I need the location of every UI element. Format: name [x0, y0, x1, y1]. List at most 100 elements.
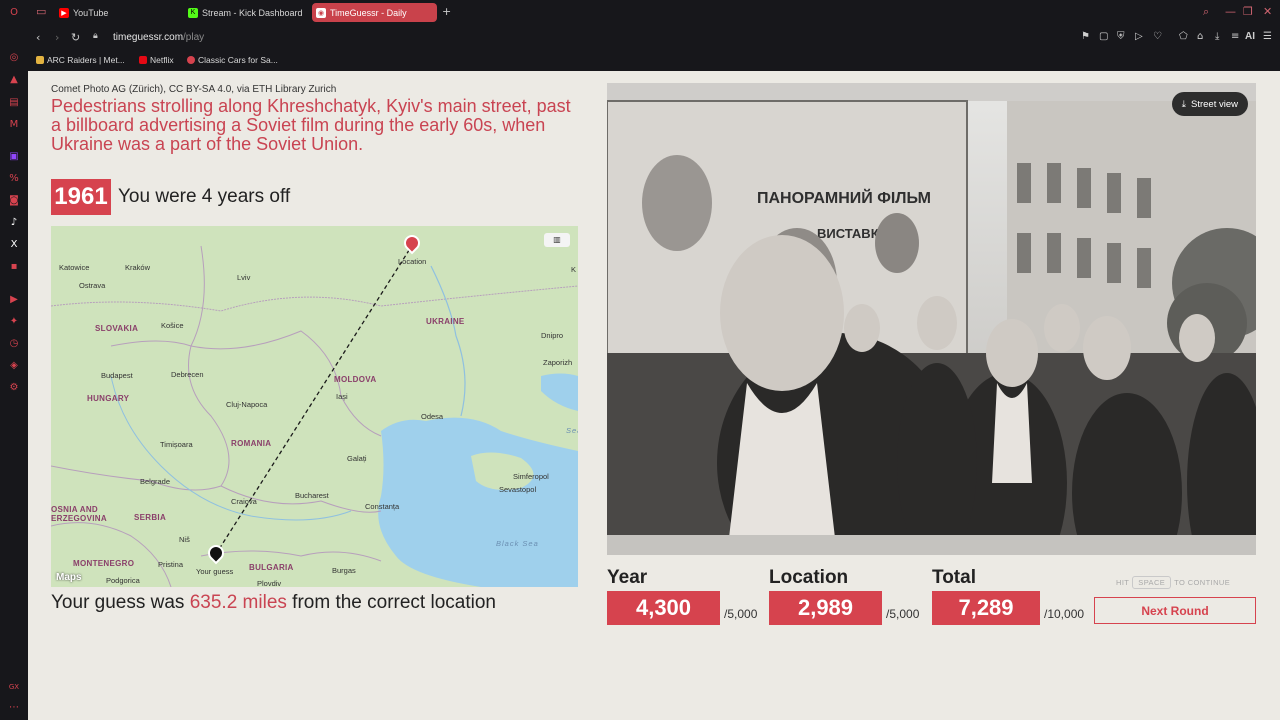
tiktok-icon[interactable]: ♪ [7, 215, 21, 229]
map-label: Sevastopol [499, 485, 537, 494]
bookmark-classic-cars[interactable]: Classic Cars for Sa... [187, 55, 278, 65]
mail-icon[interactable]: M [7, 117, 21, 131]
timeguessr-page: Comet Photo AG (Zürich), CC BY-SA 4.0, v… [28, 71, 1280, 720]
total-score-value: 7,289 [932, 591, 1040, 625]
street-view-button[interactable]: ⤓ Street view [1171, 92, 1248, 116]
aria-icon[interactable]: ◎ [7, 50, 21, 64]
year-score-max: /5,000 [724, 607, 758, 621]
bookmark-arc-raiders[interactable]: ARC Raiders | Met... [36, 55, 125, 65]
location-marker-label: Location [398, 257, 427, 266]
tab-bar: ▭ ▶ YouTube K Stream - Kick Dashboard ◉ … [28, 0, 1280, 25]
twitch-icon[interactable]: ▣ [7, 149, 21, 163]
location-score-label: Location [769, 567, 849, 588]
maximize-icon[interactable]: ❐ [1243, 5, 1253, 18]
map-label: OSNIA AND [51, 505, 98, 514]
settings-sliders-icon[interactable]: ≡ [1231, 31, 1239, 42]
feed-icon[interactable]: ▤ [7, 95, 21, 109]
map-label: Cluj-Napoca [226, 400, 268, 409]
reload-icon[interactable]: ↻ [71, 31, 80, 44]
your-guess-marker-label: Your guess [196, 567, 234, 576]
lock-icon: 🔒︎ [93, 31, 98, 41]
map-label: Bucharest [295, 491, 329, 500]
app-icon[interactable]: ▪ [7, 259, 21, 273]
bookmarks-bar: ARC Raiders | Met... Netflix Classic Car… [28, 50, 1280, 71]
photo-graphic: ПАНОРАМНИЙ ФІЛЬМ ВИСТАВКА [607, 83, 1256, 555]
snapshot-icon[interactable]: ▢ [1099, 31, 1108, 42]
map-label: SLOVAKIA [95, 324, 139, 333]
extensions-puzzle-icon[interactable]: ⬠ [1179, 31, 1188, 42]
url-field[interactable]: timeguessr.com/play [113, 32, 204, 43]
hint-to-continue: TO CONTINUE [1174, 578, 1231, 587]
next-round-button[interactable]: Next Round [1094, 597, 1256, 624]
map-label: Budapest [101, 371, 133, 380]
street-view-label: Street view [1191, 98, 1238, 110]
map-label: Ostrava [79, 281, 106, 290]
tab-kick[interactable]: K Stream - Kick Dashboard [184, 3, 304, 22]
new-tab-icon[interactable]: + [442, 5, 451, 18]
play-icon[interactable]: ▷ [1135, 31, 1143, 42]
map-label: Sea of [566, 426, 578, 435]
instagram-icon[interactable]: ◙ [7, 193, 21, 207]
bookmark-label: Classic Cars for Sa... [198, 55, 278, 65]
map-label: K [571, 265, 577, 274]
percent-icon[interactable]: % [7, 171, 21, 185]
map-label: MOLDOVA [334, 375, 377, 384]
map-label: ERZEGOVINA [51, 514, 107, 523]
search-tabs-icon[interactable]: ⌕ [1203, 5, 1209, 19]
more-icon[interactable]: ⋯ [7, 700, 21, 714]
close-icon[interactable]: ✕ [1263, 5, 1272, 18]
location-score-max: /5,000 [886, 607, 920, 621]
player-icon[interactable]: ▶ [7, 292, 21, 306]
map-label: Pristina [158, 560, 184, 569]
map-label: Kraków [125, 263, 151, 272]
continue-hint: HIT SPACE TO CONTINUE [1116, 576, 1231, 589]
map-label: SERBIA [134, 513, 167, 522]
extensions-icon[interactable]: ◈ [7, 358, 21, 372]
settings-icon[interactable]: ⚙ [7, 380, 21, 394]
opera-logo-icon[interactable]: O [7, 5, 21, 19]
map-label: Odesa [421, 412, 444, 421]
years-off-text: You were 4 years off [118, 186, 291, 207]
billboard-text: ПАНОРАМНИЙ ФІЛЬМ [757, 188, 931, 207]
distance-value: 635.2 miles [189, 592, 287, 613]
guess-distance-text: Your guess was 635.2 miles from the corr… [51, 593, 571, 613]
tab-title: Stream - Kick Dashboard [202, 7, 303, 18]
pin-icon[interactable]: ✦ [7, 314, 21, 328]
total-score-max: /10,000 [1044, 607, 1085, 621]
back-icon[interactable]: ‹ [36, 31, 40, 44]
bookmark-netflix[interactable]: Netflix [139, 55, 174, 65]
map-label: BULGARIA [249, 563, 294, 572]
minimize-icon[interactable]: — [1225, 5, 1236, 18]
kick-icon: K [188, 7, 198, 18]
hint-hit: HIT [1116, 578, 1130, 587]
workspace-icon[interactable]: ▲ [7, 72, 21, 86]
apple-maps-logo: Maps [56, 572, 82, 583]
map-label: Simferopol [513, 472, 549, 481]
url-domain: timeguessr.com [113, 32, 184, 43]
distance-suffix: from the correct location [286, 592, 496, 613]
bookmark-label: Netflix [150, 55, 174, 65]
map-label: Košice [161, 321, 184, 330]
menu-icon[interactable]: ☰ [1263, 31, 1272, 42]
hint-space-key: SPACE [1132, 576, 1172, 589]
map-layers-icon[interactable]: ▥ [544, 233, 570, 247]
timeguessr-icon: ◉ [316, 7, 326, 18]
x-icon[interactable]: X [7, 237, 21, 251]
download-icon[interactable]: ⤓ [1215, 31, 1219, 42]
tab-overview-icon[interactable]: ▭ [36, 5, 46, 18]
shield-icon[interactable]: ⛨ [1117, 31, 1125, 42]
heart-icon[interactable]: ♡ [1153, 31, 1162, 42]
tab-youtube[interactable]: ▶ YouTube [55, 3, 175, 22]
bookmark-icon[interactable]: ⚑ [1081, 31, 1090, 42]
ai-button[interactable]: AI [1245, 31, 1255, 42]
classic-cars-icon [187, 56, 195, 64]
forward-icon[interactable]: › [55, 31, 59, 44]
tab-title: YouTube [73, 7, 109, 18]
map-label: Niš [179, 535, 190, 544]
history-icon[interactable]: ◷ [7, 336, 21, 350]
gx-icon[interactable]: GX [7, 680, 21, 694]
tab-timeguessr[interactable]: ◉ TimeGuessr - Daily [312, 3, 437, 22]
url-path: /play [183, 32, 205, 43]
wallet-icon[interactable]: ⌂ [1197, 31, 1203, 42]
result-map[interactable]: ▥ Katowice Kraków Lviv Ostrava SLOVAKIA … [51, 226, 578, 587]
